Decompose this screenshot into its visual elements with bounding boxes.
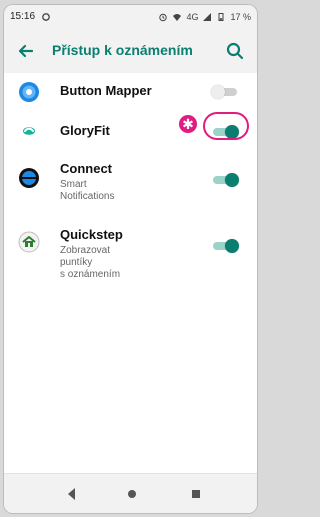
system-navigation-bar <box>4 473 257 513</box>
app-text: Button Mapper <box>60 83 152 99</box>
notification-toggle[interactable] <box>211 239 239 253</box>
app-subtitle: Smart Notifications <box>60 179 115 202</box>
list-item[interactable]: Button Mapper <box>4 73 257 111</box>
alarm-icon <box>159 13 168 22</box>
back-triangle-icon[interactable] <box>62 484 82 504</box>
signal-icon <box>203 13 212 21</box>
search-icon[interactable] <box>223 39 247 63</box>
app-text: Connect Smart Notifications <box>60 161 114 203</box>
notification-access-list: Button Mapper GloryFit Connect Smart Not… <box>4 73 257 297</box>
app-name: Quickstep <box>60 227 123 242</box>
app-name: Connect <box>60 161 112 176</box>
list-item[interactable]: Quickstep Zobrazovat puntíky s oznámením <box>4 217 257 297</box>
toggle-knob <box>225 239 239 253</box>
app-toolbar: Přístup k oznámením <box>4 29 257 73</box>
recents-square-icon[interactable] <box>186 484 206 504</box>
app-text: GloryFit <box>60 123 110 139</box>
quickstep-icon <box>18 231 40 253</box>
page-title: Přístup k oznámením <box>52 42 193 58</box>
notification-toggle[interactable] <box>211 85 239 99</box>
back-arrow-icon[interactable] <box>14 39 38 63</box>
home-circle-icon[interactable] <box>122 484 142 504</box>
status-right: 4G 17 % <box>158 5 251 29</box>
toggle-knob <box>211 85 225 99</box>
highlight-ring <box>203 112 249 140</box>
notification-dot-icon <box>42 13 50 21</box>
notification-toggle[interactable] <box>211 173 239 187</box>
button-mapper-icon <box>19 82 39 102</box>
network-type: 4G <box>186 12 199 22</box>
battery-icon <box>218 13 224 21</box>
battery-level: 17 % <box>230 12 251 22</box>
highlight-star-icon: ✱ <box>179 115 197 133</box>
app-text: Quickstep Zobrazovat puntíky s oznámením <box>60 227 123 281</box>
connect-icon <box>19 168 39 188</box>
screen: 15:16 4G 17 % Přístup k oznámením Button… <box>3 4 258 514</box>
gloryfit-icon <box>19 121 39 141</box>
toggle-knob <box>225 173 239 187</box>
list-item[interactable]: Connect Smart Notifications <box>4 151 257 217</box>
phone-frame: 15:16 4G 17 % Přístup k oznámením Button… <box>0 0 261 517</box>
wifi-icon <box>173 14 182 21</box>
status-bar: 15:16 4G 17 % <box>4 5 257 29</box>
app-name: Button Mapper <box>60 83 152 98</box>
app-name: GloryFit <box>60 123 110 138</box>
status-time: 15:16 <box>10 11 36 22</box>
status-left: 15:16 <box>10 5 51 29</box>
app-subtitle: Zobrazovat puntíky s oznámením <box>60 245 121 280</box>
